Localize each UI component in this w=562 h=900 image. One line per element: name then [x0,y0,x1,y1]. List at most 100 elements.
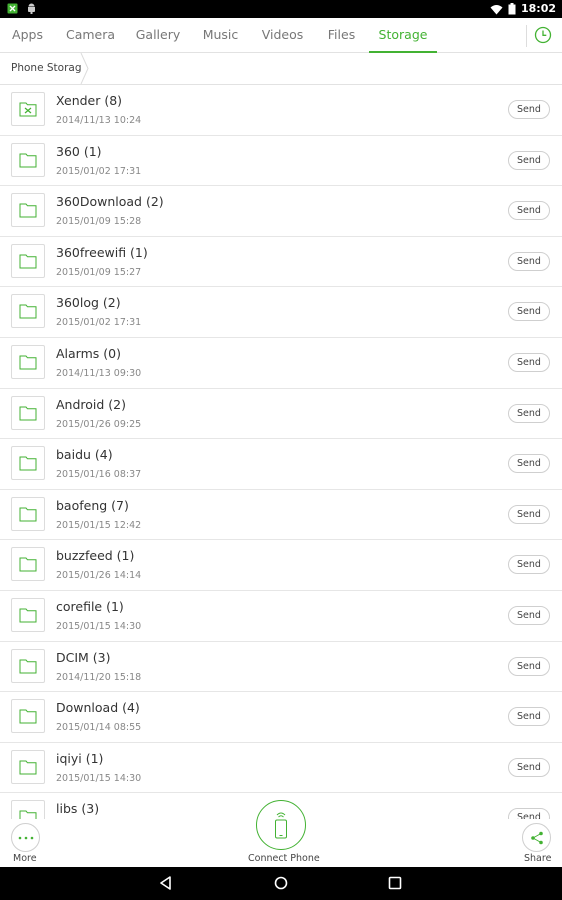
tab-videos[interactable]: Videos [251,18,314,52]
folder-icon [11,496,45,531]
xender-notification-icon [7,3,18,13]
more-button[interactable] [11,823,40,852]
connect-phone-button[interactable] [256,800,306,850]
folder-icon [11,547,45,582]
file-name: Android (2) [56,396,127,412]
list-item[interactable]: 360freewifi (1) 2015/01/09 15:27 Send [0,237,562,288]
folder-icon [11,344,45,379]
recents-icon[interactable] [387,875,403,891]
file-date: 2015/01/26 09:25 [56,418,142,430]
folder-icon [11,294,45,329]
folder-icon [11,395,45,430]
list-item[interactable]: DCIM (3) 2014/11/20 15:18 Send [0,642,562,693]
file-name: buzzfeed (1) [56,548,135,564]
folder-icon [11,699,45,734]
folder-icon [11,142,45,177]
tab-files[interactable]: Files [314,18,369,52]
file-date: 2015/01/09 15:28 [56,216,142,228]
file-date: 2015/01/15 14:30 [56,772,142,784]
xender-folder-icon [11,92,45,126]
send-button[interactable]: Send [508,352,550,372]
file-date: 2014/11/20 15:18 [56,671,142,683]
file-name: Alarms (0) [56,345,121,361]
file-date: 2015/01/15 12:42 [56,519,142,531]
share-button[interactable] [522,823,551,852]
send-button[interactable]: Send [508,656,550,676]
file-date: 2014/11/13 09:30 [56,367,142,379]
list-item[interactable]: Android (2) 2015/01/26 09:25 Send [0,389,562,440]
list-item[interactable]: buzzfeed (1) 2015/01/26 14:14 Send [0,540,562,591]
tab-divider [526,25,527,47]
send-button[interactable]: Send [508,302,550,322]
send-button[interactable]: Send [508,454,550,474]
send-button[interactable]: Send [508,150,550,170]
file-name: corefile (1) [56,598,124,614]
list-item[interactable]: iqiyi (1) 2015/01/15 14:30 Send [0,743,562,794]
send-button[interactable]: Send [508,251,550,271]
send-button[interactable]: Send [508,201,550,221]
tab-bar: Apps Camera Gallery Music Videos Files S… [0,18,562,53]
list-item[interactable]: baofeng (7) 2015/01/15 12:42 Send [0,490,562,541]
file-date: 2014/11/13 10:24 [56,115,142,126]
breadcrumb: Phone Storage [0,53,562,85]
tab-storage[interactable]: Storage [369,18,437,53]
more-dots-icon [18,836,33,839]
status-time: 18:02 [520,2,556,15]
file-name: Download (4) [56,700,140,716]
list-item[interactable]: 360log (2) 2015/01/02 17:31 Send [0,287,562,338]
list-item[interactable]: 360 (1) 2015/01/02 17:31 Send [0,136,562,187]
send-button[interactable]: Send [508,555,550,575]
folder-icon [11,597,45,632]
file-date: 2015/01/02 17:31 [56,317,142,329]
list-item[interactable]: corefile (1) 2015/01/15 14:30 Send [0,591,562,642]
send-button[interactable]: Send [508,100,550,119]
more-label: More [13,853,37,864]
connect-phone-label: Connect Phone [248,853,320,864]
file-name: baofeng (7) [56,497,129,513]
file-name: Xender (8) [56,93,123,108]
share-icon [530,831,543,844]
back-icon[interactable] [158,875,174,891]
file-name: 360log (2) [56,295,121,311]
send-button[interactable]: Send [508,605,550,625]
list-item[interactable]: Download (4) 2015/01/14 08:55 Send [0,692,562,743]
folder-icon [11,193,45,228]
list-item[interactable]: Xender (8) 2014/11/13 10:24 Send [0,85,562,136]
battery-icon [508,3,516,15]
tab-gallery[interactable]: Gallery [126,18,190,52]
file-name: baidu (4) [56,447,113,463]
send-button[interactable]: Send [508,403,550,423]
list-item[interactable]: baidu (4) 2015/01/16 08:37 Send [0,439,562,490]
file-name: 360freewifi (1) [56,244,148,260]
file-name: 360 (1) [56,143,102,159]
wifi-icon [490,4,503,14]
breadcrumb-chevron-icon [80,53,89,84]
share-label: Share [524,853,552,864]
tab-apps[interactable]: Apps [0,18,55,52]
file-name: DCIM (3) [56,649,111,665]
file-name: 360Download (2) [56,194,164,210]
tab-camera[interactable]: Camera [55,18,126,52]
file-date: 2015/01/02 17:31 [56,165,142,177]
send-button[interactable]: Send [508,504,550,524]
folder-icon [11,446,45,481]
send-button[interactable]: Send [508,757,550,777]
status-bar: 18:02 [0,0,562,18]
file-date: 2015/01/15 14:30 [56,620,142,632]
file-date: 2015/01/16 08:37 [56,469,142,481]
history-clock-icon[interactable] [534,26,552,44]
file-list: Xender (8) 2014/11/13 10:24 Send 360 (1)… [0,85,562,819]
android-debug-icon [28,3,35,14]
folder-icon [11,749,45,784]
tab-music[interactable]: Music [190,18,251,52]
file-date: 2015/01/26 14:14 [56,570,142,582]
list-item[interactable]: Alarms (0) 2014/11/13 09:30 Send [0,338,562,389]
send-button[interactable]: Send [508,707,550,727]
file-name: iqiyi (1) [56,750,104,766]
home-icon[interactable] [273,875,289,891]
file-date: 2015/01/09 15:27 [56,266,142,278]
folder-icon [11,243,45,278]
folder-icon [11,648,45,683]
list-item[interactable]: 360Download (2) 2015/01/09 15:28 Send [0,186,562,237]
system-nav-bar [0,867,562,900]
